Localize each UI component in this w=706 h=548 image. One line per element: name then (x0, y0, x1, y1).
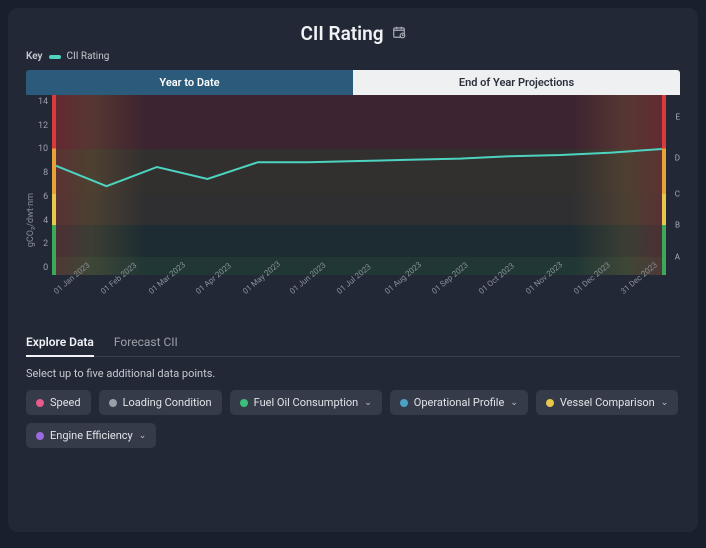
grade-label-a: A (675, 253, 680, 262)
line-series (56, 95, 662, 275)
tab-explore-data[interactable]: Explore Data (26, 329, 94, 357)
chip-operational-profile[interactable]: Operational Profile ⌄ (390, 390, 528, 415)
y-tick: 14 (38, 97, 48, 107)
chip-dot (109, 399, 117, 407)
y-tick: 0 (38, 263, 48, 273)
chip-label: Loading Condition (123, 396, 212, 409)
x-axis-ticks: 01 Jan 202301 Feb 202301 Mar 202301 Apr … (52, 281, 666, 315)
chip-label: Operational Profile (414, 396, 505, 409)
chip-vessel-comparison[interactable]: Vessel Comparison ⌄ (536, 390, 678, 415)
data-tabs: Explore Data Forecast CII (26, 329, 680, 357)
chip-loading-condition[interactable]: Loading Condition (99, 390, 222, 415)
y-tick: 4 (38, 216, 48, 226)
chip-dot (400, 399, 408, 407)
chip-dot (546, 399, 554, 407)
grade-label-d: D (675, 154, 680, 163)
y-axis-label: gCO₂/dwt·nm (26, 163, 36, 247)
grade-label-b: B (675, 220, 680, 229)
data-point-chips: Speed Loading Condition Fuel Oil Consumpti… (26, 390, 680, 448)
y-tick: 10 (38, 144, 48, 154)
tab-forecast-cii[interactable]: Forecast CII (114, 329, 178, 356)
chevron-down-icon: ⌄ (364, 398, 372, 408)
chip-fuel-oil-consumption[interactable]: Fuel Oil Consumption ⌄ (230, 390, 382, 415)
chevron-down-icon: ⌄ (510, 398, 518, 408)
legend: Key CII Rating (26, 51, 680, 62)
card-header: CII Rating (26, 22, 680, 45)
tab-year-to-date[interactable]: Year to Date (26, 70, 353, 95)
legend-swatch-cii (49, 55, 61, 59)
y-tick: 12 (38, 121, 48, 131)
y-axis-ticks: 14 12 10 8 6 4 2 0 (38, 95, 52, 275)
y-tick: 2 (38, 239, 48, 249)
y-tick: 8 (38, 168, 48, 178)
chip-engine-efficiency[interactable]: Engine Efficiency ⌄ (26, 423, 156, 448)
chip-label: Vessel Comparison (560, 396, 655, 409)
grade-axis: E D C B A (666, 95, 680, 275)
chip-dot (36, 432, 44, 440)
calendar-icon[interactable] (392, 24, 406, 43)
projection-tabs: Year to Date End of Year Projections (26, 70, 680, 95)
chip-speed[interactable]: Speed (26, 390, 91, 415)
legend-label: Key (26, 51, 43, 62)
chip-label: Engine Efficiency (50, 429, 133, 442)
y-tick: 6 (38, 192, 48, 202)
instruction-text: Select up to five additional data points… (26, 367, 680, 380)
chart: gCO₂/dwt·nm 14 12 10 8 6 4 2 0 01 Jan 202301 Fe… (26, 95, 680, 315)
tab-end-of-year[interactable]: End of Year Projections (353, 70, 680, 95)
cii-rating-card: CII Rating Key CII Rating Year to Date E… (8, 8, 698, 532)
chip-dot (36, 399, 44, 407)
chip-dot (240, 399, 248, 407)
chevron-down-icon: ⌄ (139, 431, 147, 441)
plot-area (52, 95, 666, 275)
chevron-down-icon: ⌄ (661, 398, 669, 408)
chip-label: Fuel Oil Consumption (254, 396, 359, 409)
grade-label-c: C (675, 190, 680, 199)
legend-series-name: CII Rating (67, 51, 110, 62)
card-title: CII Rating (300, 22, 383, 45)
grade-label-e: E (675, 112, 680, 121)
chip-label: Speed (50, 396, 81, 409)
